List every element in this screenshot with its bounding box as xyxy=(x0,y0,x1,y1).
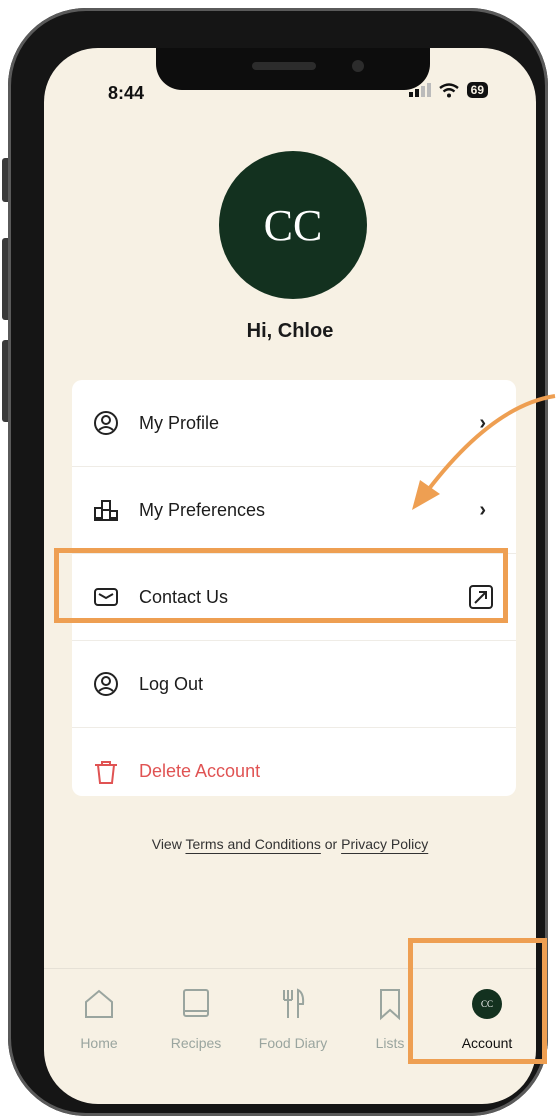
account-tab-highlight xyxy=(408,938,547,1064)
menu-label: My Profile xyxy=(139,412,220,433)
profile-avatar: CC xyxy=(219,151,367,299)
greeting: Hi, Chloe xyxy=(246,320,334,342)
menu-item-log-out[interactable]: Log Out xyxy=(72,641,516,728)
home-icon xyxy=(85,989,113,1018)
book-icon xyxy=(183,989,209,1017)
trash-icon xyxy=(95,760,117,784)
fork-knife-icon xyxy=(283,988,305,1018)
battery-icon: 69 xyxy=(466,82,488,98)
tab-label: Lists xyxy=(375,1035,405,1051)
terms-link[interactable]: Terms and Conditions xyxy=(185,836,320,852)
menu-label: Delete Account xyxy=(139,761,261,781)
menu-label: My Preferences xyxy=(139,499,266,520)
user-circle-icon xyxy=(94,672,118,696)
legal-or: or xyxy=(324,836,338,852)
user-circle-icon xyxy=(94,411,118,435)
tab-label: Recipes xyxy=(170,1035,222,1051)
menu-label: Log Out xyxy=(139,673,204,694)
legal-links: View Terms and Conditions or Privacy Pol… xyxy=(44,836,536,852)
camera xyxy=(352,60,364,72)
tab-food-diary[interactable]: Food Diary xyxy=(248,987,338,1051)
tab-recipes[interactable]: Recipes xyxy=(151,987,241,1051)
privacy-link[interactable]: Privacy Policy xyxy=(341,836,428,852)
contact-us-highlight xyxy=(54,548,508,623)
menu-item-delete-account[interactable]: Delete Account xyxy=(72,728,516,796)
annotation-arrow-icon xyxy=(412,394,556,510)
speaker xyxy=(252,62,316,70)
status-icons: 69 xyxy=(408,82,488,98)
preferences-icon xyxy=(94,500,118,521)
bookmark-icon xyxy=(380,989,400,1021)
status-time: 8:44 xyxy=(108,83,145,103)
tab-label: Food Diary xyxy=(258,1035,328,1051)
tab-home[interactable]: Home xyxy=(54,987,144,1051)
wifi-icon xyxy=(438,82,459,97)
notch xyxy=(156,48,430,90)
tab-label: Home xyxy=(80,1035,118,1051)
legal-prefix: View xyxy=(151,836,182,852)
